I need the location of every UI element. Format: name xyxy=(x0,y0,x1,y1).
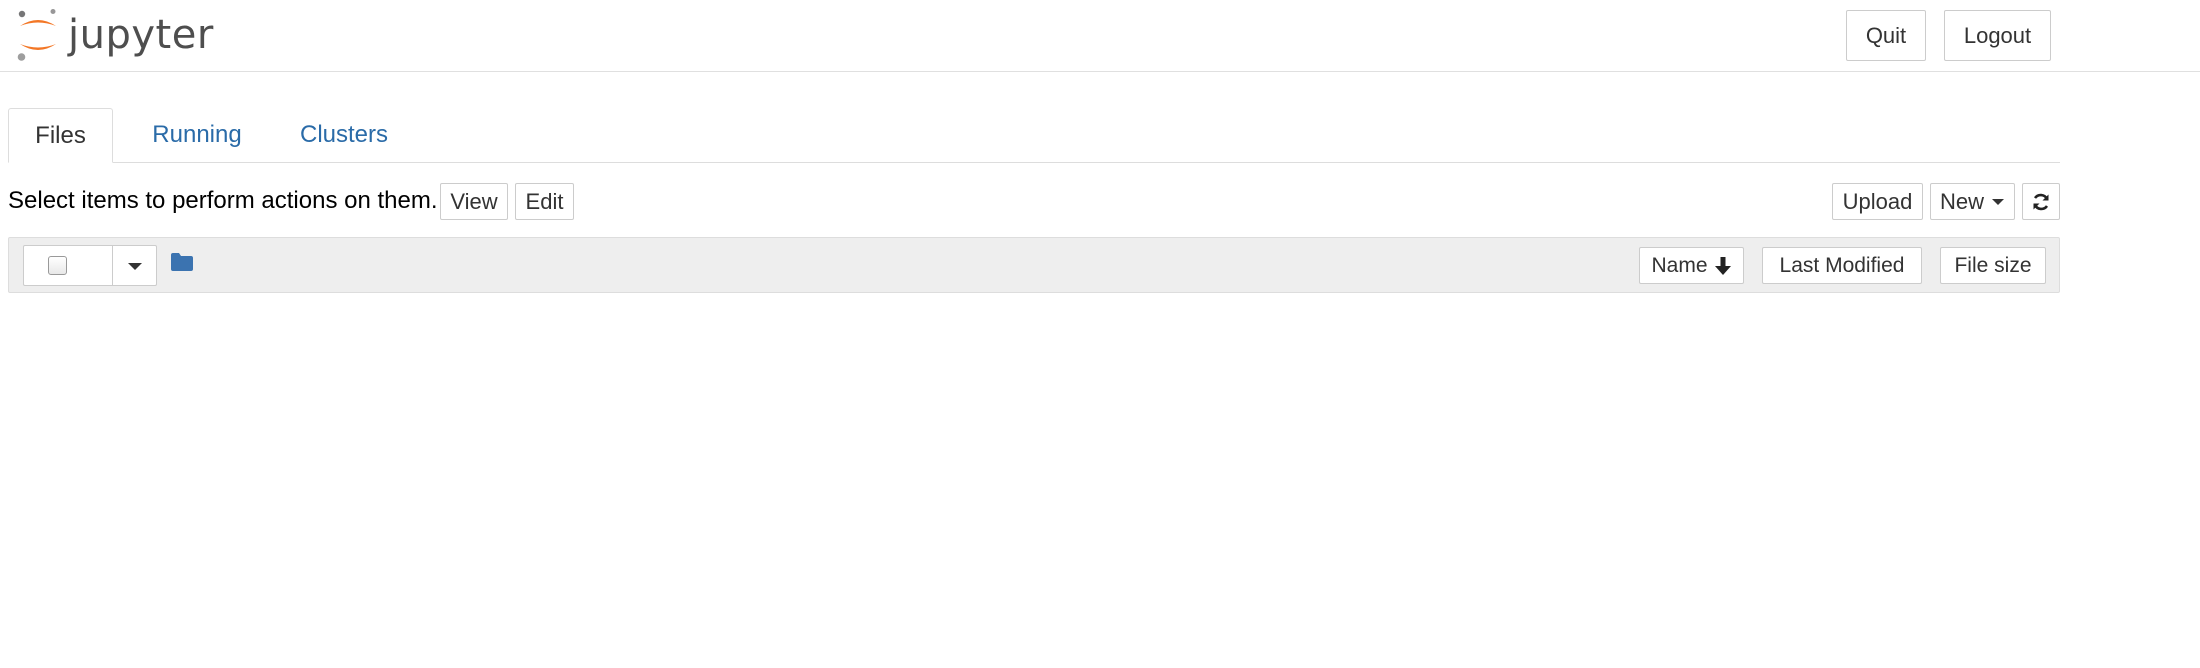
tab-running[interactable]: Running xyxy=(136,108,258,162)
app-header: jupyter Quit Logout xyxy=(0,0,2200,72)
chevron-down-icon xyxy=(1992,198,2005,205)
selection-hint: Select items to perform actions on them. xyxy=(8,187,438,214)
refresh-button[interactable] xyxy=(2022,183,2060,220)
sort-by-file-size-button[interactable]: File size xyxy=(1940,247,2046,284)
new-dropdown-button[interactable]: New xyxy=(1930,183,2015,220)
arrow-down-icon xyxy=(1714,256,1731,275)
select-all-checkbox[interactable] xyxy=(48,256,67,275)
logo-text: jupyter xyxy=(68,12,214,58)
select-all-control xyxy=(23,245,157,286)
name-sort-label: Name xyxy=(1651,253,1708,277)
upload-button[interactable]: Upload xyxy=(1832,183,1923,220)
tab-bar: Files Running Clusters xyxy=(8,108,2060,163)
view-button[interactable]: View xyxy=(440,183,508,220)
selection-menu-button[interactable] xyxy=(113,246,156,285)
jupyter-logo[interactable]: jupyter xyxy=(16,8,214,62)
quit-button[interactable]: Quit xyxy=(1846,10,1926,61)
logout-button[interactable]: Logout xyxy=(1944,10,2051,61)
edit-button[interactable]: Edit xyxy=(515,183,574,220)
select-all-area[interactable] xyxy=(24,246,113,285)
tab-clusters[interactable]: Clusters xyxy=(283,108,405,162)
jupyter-logo-icon xyxy=(17,9,56,61)
chevron-down-icon xyxy=(128,263,142,270)
file-list-header: Name Last Modified File size xyxy=(8,237,2060,293)
sort-by-last-modified-button[interactable]: Last Modified xyxy=(1762,247,1922,284)
folder-icon[interactable] xyxy=(171,253,193,271)
sort-by-name-button[interactable]: Name xyxy=(1639,247,1744,284)
refresh-icon xyxy=(2033,193,2049,210)
tab-files[interactable]: Files xyxy=(8,108,113,163)
new-button-label: New xyxy=(1940,188,1985,214)
